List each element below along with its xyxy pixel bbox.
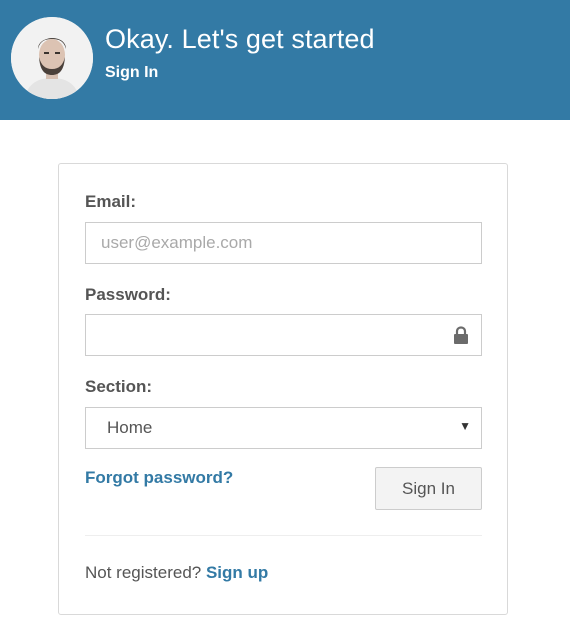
password-field[interactable] bbox=[86, 315, 481, 355]
register-prompt: Not registered? Sign up bbox=[85, 563, 268, 583]
user-avatar-icon bbox=[11, 17, 93, 99]
lock-icon bbox=[454, 326, 468, 344]
password-field-wrapper bbox=[85, 314, 482, 356]
avatar bbox=[11, 17, 93, 99]
section-select-value: Home bbox=[107, 418, 153, 437]
email-field[interactable] bbox=[86, 223, 481, 263]
sign-in-card: Email: Password: Section: Home ▼ Forgot … bbox=[58, 163, 508, 615]
email-label: Email: bbox=[85, 192, 137, 211]
sign-in-button[interactable]: Sign In bbox=[375, 467, 482, 510]
page-title: Okay. Let's get started bbox=[105, 24, 375, 54]
sign-up-link[interactable]: Sign up bbox=[206, 563, 268, 582]
not-registered-text: Not registered? bbox=[85, 563, 202, 582]
email-field-wrapper bbox=[85, 222, 482, 264]
forgot-password-link[interactable]: Forgot password? bbox=[85, 468, 233, 488]
page-subtitle: Sign In bbox=[105, 64, 159, 81]
password-label: Password: bbox=[85, 285, 171, 304]
chevron-down-icon: ▼ bbox=[459, 419, 471, 433]
divider bbox=[85, 535, 482, 536]
section-select[interactable]: Home ▼ bbox=[85, 407, 482, 449]
section-label: Section: bbox=[85, 377, 153, 396]
page-header: Okay. Let's get started Sign In bbox=[0, 0, 570, 120]
